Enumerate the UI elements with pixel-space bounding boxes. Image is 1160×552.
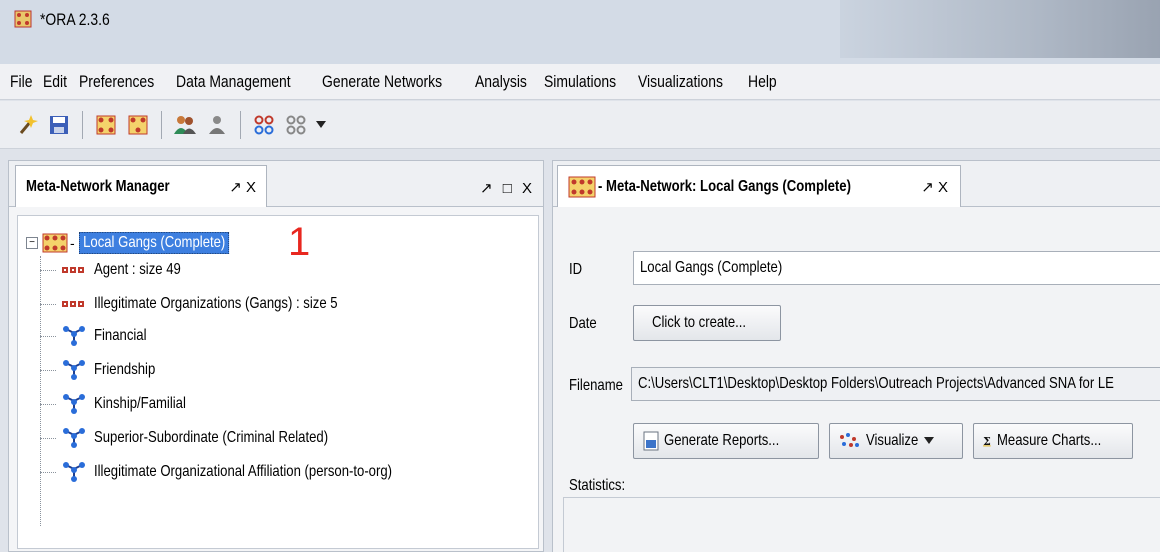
statistics-section — [563, 497, 1160, 552]
tree-item-friendship[interactable]: Friendship — [40, 358, 169, 382]
nodes-grey-icon[interactable] — [283, 112, 309, 138]
collapse-toggle-icon[interactable]: − — [26, 237, 38, 249]
right-panel-header: - Meta-Network: Local Gangs (Complete) ↗… — [553, 161, 1160, 207]
report-icon — [643, 431, 659, 451]
tree-item-label: Illegitimate Organizational Affiliation … — [94, 463, 393, 480]
tree-root-node[interactable]: − - Local Gangs (Complete) — [26, 232, 262, 254]
toolbar-separator — [161, 110, 162, 139]
date-label: Date — [569, 315, 597, 332]
menu-edit[interactable]: Edit — [43, 72, 67, 92]
people-icon[interactable] — [172, 112, 198, 138]
network-link-icon — [63, 326, 85, 346]
tree-item-label: Friendship — [94, 361, 156, 378]
network-tree: − - Local Gangs (Complete) Agent : size … — [17, 215, 539, 549]
dropdown-arrow-icon[interactable] — [315, 112, 327, 138]
network-alt-icon[interactable] — [125, 112, 151, 138]
generate-reports-label: Generate Reports... — [664, 432, 780, 449]
tree-item-label: Financial — [94, 327, 147, 344]
network-link-icon — [63, 394, 85, 414]
visualize-label: Visualize — [866, 432, 919, 449]
tab-close-controls[interactable]: ↗ X — [921, 178, 948, 196]
meta-network-editor-panel: - Meta-Network: Local Gangs (Complete) ↗… — [552, 160, 1160, 552]
tab-label: Meta-Network Manager — [26, 177, 170, 195]
meta-network-icon — [42, 233, 68, 253]
menu-help[interactable]: Help — [748, 72, 777, 92]
visualize-button[interactable]: Visualize — [829, 423, 963, 459]
id-label: ID — [569, 261, 583, 278]
filename-label: Filename — [569, 377, 623, 394]
tab-close-controls[interactable]: ↗ X — [229, 178, 256, 196]
menu-file[interactable]: File — [10, 72, 32, 92]
menu-visualizations[interactable]: Visualizations — [638, 72, 723, 92]
tab-meta-network-manager[interactable]: Meta-Network Manager ↗ X — [15, 165, 267, 207]
meta-network-manager-panel: Meta-Network Manager ↗ X ↗ □ X − - Local… — [8, 160, 544, 552]
network-link-icon — [63, 360, 85, 380]
network-icon[interactable] — [93, 112, 119, 138]
wand-icon[interactable] — [14, 112, 40, 138]
menu-generate-networks[interactable]: Generate Networks — [322, 72, 442, 92]
tree-item-label: Kinship/Familial — [94, 395, 186, 412]
toolbar-separator — [82, 110, 83, 139]
generate-reports-button[interactable]: Generate Reports... — [633, 423, 819, 459]
toolbar — [0, 101, 1160, 149]
tree-item-label: Illegitimate Organizations (Gangs) : siz… — [94, 295, 338, 312]
tree-item-label: Superior-Subordinate (Criminal Related) — [94, 429, 329, 446]
tree-item-label: Agent : size 49 — [94, 261, 181, 278]
tab-meta-network-local-gangs[interactable]: - Meta-Network: Local Gangs (Complete) ↗… — [557, 165, 961, 207]
date-button-label: Click to create... — [652, 314, 747, 331]
measure-charts-button[interactable]: Σ Measure Charts... — [973, 423, 1133, 459]
visualize-dots-icon — [840, 433, 859, 447]
tree-item-kinship[interactable]: Kinship/Familial — [40, 392, 206, 416]
measure-charts-label: Measure Charts... — [996, 432, 1102, 449]
date-create-button[interactable]: Click to create... — [633, 305, 781, 341]
people-grey-icon[interactable] — [204, 112, 230, 138]
sigma-icon: Σ — [983, 435, 991, 448]
tree-root-label[interactable]: Local Gangs (Complete) — [78, 232, 230, 254]
panel-window-controls[interactable]: ↗ □ X — [480, 179, 535, 197]
save-icon[interactable] — [46, 112, 72, 138]
network-link-icon — [63, 428, 85, 448]
node-class-icon — [62, 299, 86, 309]
tree-item-organizations[interactable]: Illegitimate Organizations (Gangs) : siz… — [40, 292, 391, 316]
menu-analysis[interactable]: Analysis — [475, 72, 527, 92]
menu-bar: File Edit Preferences Data Management Ge… — [0, 64, 1160, 100]
id-field[interactable]: Local Gangs (Complete) — [633, 251, 1160, 285]
toolbar-separator — [240, 110, 241, 139]
nodes-icon[interactable] — [251, 112, 277, 138]
menu-preferences[interactable]: Preferences — [79, 72, 154, 92]
node-class-icon — [62, 265, 86, 275]
chevron-down-icon — [923, 437, 934, 444]
meta-network-icon — [568, 176, 596, 197]
title-bar: *ORA 2.3.6 — [0, 0, 1160, 64]
menu-data-management[interactable]: Data Management — [176, 72, 291, 92]
tree-item-affiliation[interactable]: Illegitimate Organizational Affiliation … — [40, 460, 457, 484]
statistics-label: Statistics: — [569, 477, 626, 494]
network-link-icon — [63, 462, 85, 482]
blurred-background-window — [840, 0, 1160, 58]
menu-simulations[interactable]: Simulations — [544, 72, 616, 92]
tree-item-financial[interactable]: Financial — [40, 324, 158, 348]
tree-item-agent[interactable]: Agent : size 49 — [40, 258, 200, 282]
meta-network-properties: ID Local Gangs (Complete) Date Click to … — [553, 207, 1160, 552]
window-title: *ORA 2.3.6 — [40, 10, 110, 29]
id-value: Local Gangs (Complete) — [640, 259, 783, 276]
annotation-number-1: 1 — [288, 220, 311, 264]
filename-value: C:\Users\CLT1\Desktop\Desktop Folders\Ou… — [638, 375, 1114, 392]
ora-app-icon — [14, 10, 32, 28]
tree-item-superior-subordinate[interactable]: Superior-Subordinate (Criminal Related) — [40, 426, 379, 450]
tab-label: - Meta-Network: Local Gangs (Complete) — [598, 177, 851, 195]
filename-field[interactable]: C:\Users\CLT1\Desktop\Desktop Folders\Ou… — [631, 367, 1160, 401]
left-panel-header: Meta-Network Manager ↗ X ↗ □ X — [9, 161, 543, 207]
